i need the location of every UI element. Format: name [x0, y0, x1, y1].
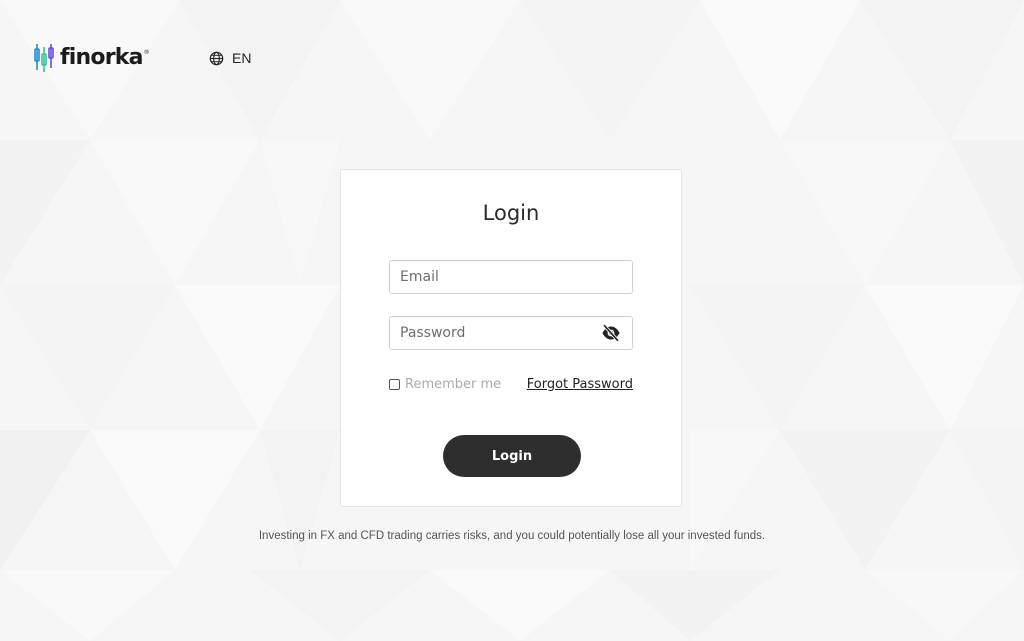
email-input[interactable] — [390, 261, 632, 293]
remember-me-label[interactable]: Remember me — [405, 377, 501, 392]
brand-name: finorka — [60, 45, 143, 70]
candlestick-logo-icon — [34, 44, 54, 72]
eye-off-icon — [602, 324, 620, 342]
toggle-password-visibility-button[interactable] — [600, 322, 622, 344]
language-selector[interactable]: EN — [209, 49, 251, 67]
remember-me-control[interactable]: Remember me — [389, 377, 501, 392]
header: finorka ® — [34, 42, 150, 74]
email-field[interactable] — [389, 260, 633, 294]
remember-me-checkbox[interactable] — [389, 378, 400, 390]
registered-mark: ® — [143, 49, 150, 56]
forgot-password-link[interactable]: Forgot Password — [527, 377, 633, 392]
login-page: finorka ® EN Login Email Remember me For… — [0, 0, 1024, 641]
login-card: Login Remember me Forgot Password — [340, 169, 682, 507]
language-label: EN — [232, 50, 252, 66]
login-title: Login — [482, 201, 540, 225]
password-input[interactable] — [390, 317, 600, 349]
risk-disclaimer: Investing in FX and CFD trading carries … — [258, 530, 766, 542]
login-options-row: Remember me Forgot Password — [389, 375, 633, 393]
globe-icon — [209, 51, 224, 65]
login-button[interactable]: Login — [443, 435, 581, 477]
finorka-logo[interactable]: finorka ® — [34, 43, 150, 73]
password-field[interactable] — [389, 316, 633, 350]
